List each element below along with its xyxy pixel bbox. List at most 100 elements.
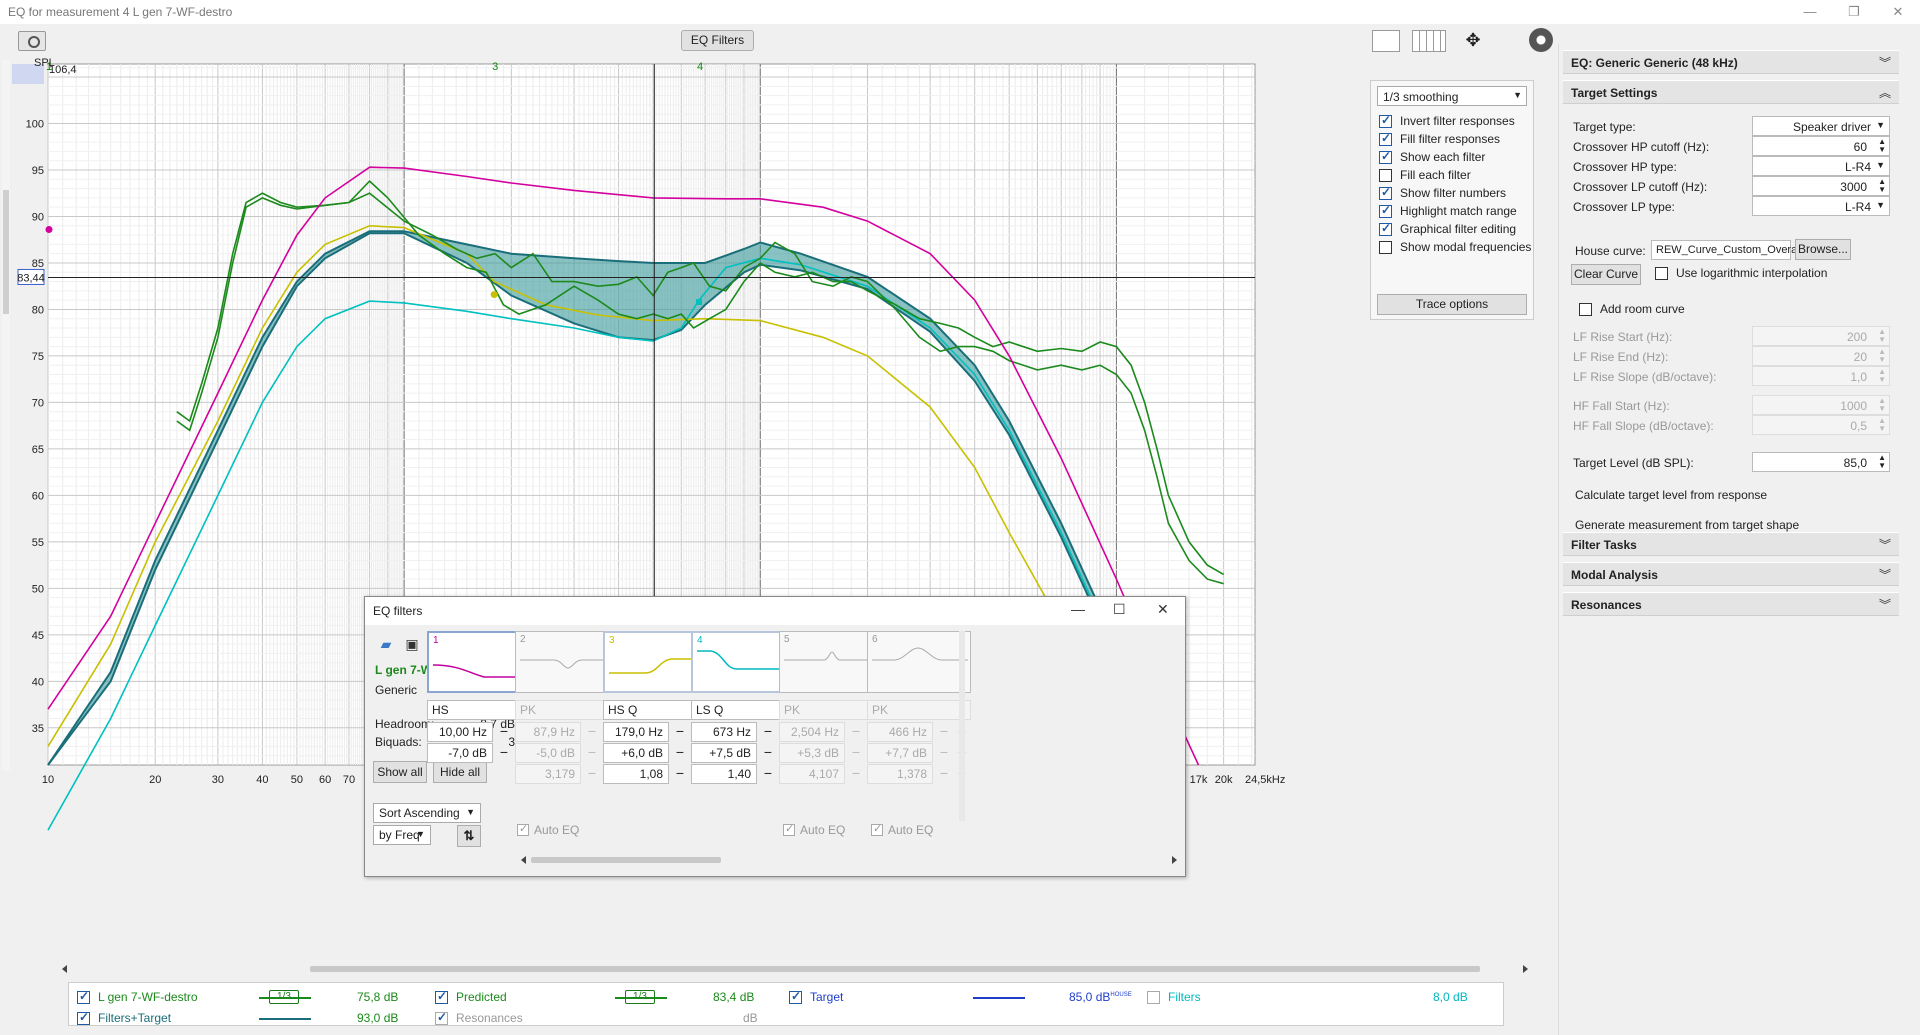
target-level-input[interactable]: 85,0 ▲ ▼ bbox=[1752, 452, 1890, 472]
filter-gain-input[interactable]: +7,5 dB bbox=[691, 743, 757, 763]
checkbox[interactable] bbox=[1379, 203, 1392, 218]
checkbox[interactable] bbox=[1379, 221, 1392, 236]
filter-q-input[interactable]: 1,40 bbox=[691, 764, 757, 784]
option-checkbox-6[interactable]: Highlight match range bbox=[1379, 202, 1517, 220]
legend-item-measurement[interactable]: L gen 7-WF-destro bbox=[77, 989, 198, 1004]
checkbox[interactable] bbox=[1379, 185, 1392, 200]
filter-gain-input[interactable]: +7,7 dB bbox=[867, 743, 933, 763]
modal-analysis-header[interactable]: Modal Analysis ︾ bbox=[1563, 562, 1899, 586]
filter-q-input[interactable]: 1,378 bbox=[867, 764, 933, 784]
filter-freq-input[interactable]: 179,0 Hz bbox=[603, 722, 669, 742]
option-checkbox-1[interactable]: Invert filter responses bbox=[1379, 112, 1515, 130]
decrement-button[interactable]: − bbox=[761, 765, 775, 781]
sort-toggle-button[interactable]: ⇅ bbox=[457, 825, 481, 847]
option-checkbox-2[interactable]: Fill filter responses bbox=[1379, 130, 1500, 148]
sort-by-select[interactable]: by Freq bbox=[373, 825, 431, 845]
hf-fall-start-input[interactable]: 1000 ▲ ▼ bbox=[1752, 395, 1890, 415]
checkbox[interactable] bbox=[1379, 113, 1392, 128]
filter-q-input[interactable]: 3,179 bbox=[515, 764, 581, 784]
legend-item-filters-target[interactable]: Filters+Target bbox=[77, 1010, 171, 1025]
decrement-button[interactable]: − bbox=[673, 723, 687, 739]
lp-type-select[interactable]: L-R4 bbox=[1752, 196, 1890, 216]
decrement-button[interactable]: − bbox=[849, 723, 863, 739]
checkbox[interactable] bbox=[1379, 149, 1392, 164]
decrement-button[interactable]: − bbox=[761, 723, 775, 739]
legend-checkbox[interactable] bbox=[789, 989, 802, 1004]
filter-freq-input[interactable]: 673 Hz bbox=[691, 722, 757, 742]
decrement-button[interactable]: − bbox=[849, 744, 863, 760]
legend-checkbox[interactable] bbox=[77, 989, 90, 1004]
option-checkbox-8[interactable]: Show modal frequencies bbox=[1379, 238, 1531, 256]
lf-rise-end-input[interactable]: 20 ▲ ▼ bbox=[1752, 346, 1890, 366]
dialog-maximize-button[interactable]: ☐ bbox=[1113, 601, 1126, 618]
target-type-select[interactable]: Speaker driver bbox=[1752, 116, 1890, 136]
filter-freq-input[interactable]: 2,504 Hz bbox=[779, 722, 845, 742]
decrement-button[interactable]: − bbox=[673, 765, 687, 781]
legend-checkbox[interactable] bbox=[435, 1010, 448, 1025]
option-checkbox-3[interactable]: Show each filter bbox=[1379, 148, 1485, 166]
dialog-close-button[interactable]: ✕ bbox=[1157, 601, 1169, 618]
generate-measurement-link[interactable]: Generate measurement from target shape bbox=[1575, 518, 1799, 532]
pan-icon[interactable]: ✥ bbox=[1456, 30, 1490, 52]
filter-freq-input[interactable]: 10,00 Hz bbox=[427, 722, 493, 742]
target-settings-header[interactable]: Target Settings ︽ bbox=[1563, 80, 1899, 104]
clear-curve-button[interactable]: Clear Curve bbox=[1571, 264, 1641, 285]
hp-cutoff-input[interactable]: 60 ▲ ▼ bbox=[1752, 136, 1890, 156]
decrement-button[interactable]: − bbox=[497, 744, 511, 760]
filter-gain-input[interactable]: +5,3 dB bbox=[779, 743, 845, 763]
trace-options-button[interactable]: Trace options bbox=[1377, 294, 1527, 315]
filter-freq-input[interactable]: 466 Hz bbox=[867, 722, 933, 742]
restore-button[interactable]: ❐ bbox=[1834, 2, 1874, 22]
split-view-icon[interactable] bbox=[1412, 30, 1446, 52]
decrement-button[interactable]: − bbox=[937, 765, 951, 781]
filter-card-6[interactable]: 6 bbox=[867, 631, 971, 693]
house-curve-input[interactable]: REW_Curve_Custom_Overall.txt bbox=[1651, 240, 1817, 260]
filter-gain-input[interactable]: -7,0 dB bbox=[427, 743, 493, 763]
option-checkbox-4[interactable]: Fill each filter bbox=[1379, 166, 1471, 184]
eq-filters-button[interactable]: EQ Filters bbox=[681, 30, 754, 51]
decrement-button[interactable]: − bbox=[937, 723, 951, 739]
lf-rise-start-input[interactable]: 200 ▲ ▼ bbox=[1752, 326, 1890, 346]
filters-vertical-scrollbar[interactable] bbox=[959, 631, 965, 821]
filter-q-input[interactable]: 4,107 bbox=[779, 764, 845, 784]
minimize-button[interactable]: — bbox=[1790, 2, 1830, 22]
gear-icon[interactable] bbox=[1529, 28, 1553, 52]
close-button[interactable]: ✕ bbox=[1878, 2, 1918, 22]
decrement-button[interactable]: − bbox=[585, 723, 599, 739]
log-interpolation-checkbox[interactable]: Use logarithmic interpolation bbox=[1655, 266, 1827, 280]
checkbox[interactable] bbox=[1379, 131, 1392, 146]
hide-all-button[interactable]: Hide all bbox=[433, 761, 487, 783]
filter-freq-input[interactable]: 87,9 Hz bbox=[515, 722, 581, 742]
decrement-button[interactable]: − bbox=[761, 744, 775, 760]
calculate-target-level-link[interactable]: Calculate target level from response bbox=[1575, 488, 1767, 502]
checkbox[interactable] bbox=[1379, 168, 1392, 182]
option-checkbox-7[interactable]: Graphical filter editing bbox=[1379, 220, 1516, 238]
eq-header[interactable]: EQ: Generic Generic (48 kHz) ︾ bbox=[1563, 50, 1899, 74]
dialog-minimize-button[interactable]: — bbox=[1071, 601, 1085, 617]
browse-button[interactable]: Browse... bbox=[1795, 239, 1851, 260]
filters-horizontal-scrollbar[interactable] bbox=[519, 855, 1179, 865]
resonances-header[interactable]: Resonances ︾ bbox=[1563, 592, 1899, 616]
hp-type-select[interactable]: L-R4 bbox=[1752, 156, 1890, 176]
auto-eq-checkbox[interactable]: Auto EQ bbox=[517, 822, 579, 837]
filter-gain-input[interactable]: -5,0 dB bbox=[515, 743, 581, 763]
legend-item-filters[interactable]: Filters bbox=[1147, 990, 1201, 1004]
legend-checkbox[interactable] bbox=[77, 1010, 90, 1025]
decrement-button[interactable]: − bbox=[673, 744, 687, 760]
auto-eq-checkbox[interactable]: Auto EQ bbox=[783, 822, 845, 837]
checkbox[interactable] bbox=[1379, 240, 1392, 254]
legend-item-target[interactable]: Target bbox=[789, 989, 843, 1004]
hf-fall-slope-input[interactable]: 0,5 ▲ ▼ bbox=[1752, 415, 1890, 435]
lp-cutoff-input[interactable]: 3000 ▲ ▼ bbox=[1752, 176, 1890, 196]
decrement-button[interactable]: − bbox=[849, 765, 863, 781]
decrement-button[interactable]: − bbox=[497, 723, 511, 739]
decrement-button[interactable]: − bbox=[937, 744, 951, 760]
filter-q-input[interactable]: 1,08 bbox=[603, 764, 669, 784]
legend-checkbox[interactable] bbox=[435, 989, 448, 1004]
lf-rise-slope-input[interactable]: 1,0 ▲ ▼ bbox=[1752, 366, 1890, 386]
decrement-button[interactable]: − bbox=[585, 765, 599, 781]
single-view-icon[interactable] bbox=[1372, 30, 1400, 52]
filter-tasks-header[interactable]: Filter Tasks ︾ bbox=[1563, 532, 1899, 556]
add-room-curve-checkbox[interactable]: Add room curve bbox=[1579, 302, 1685, 316]
sort-order-select[interactable]: Sort Ascending bbox=[373, 803, 481, 823]
